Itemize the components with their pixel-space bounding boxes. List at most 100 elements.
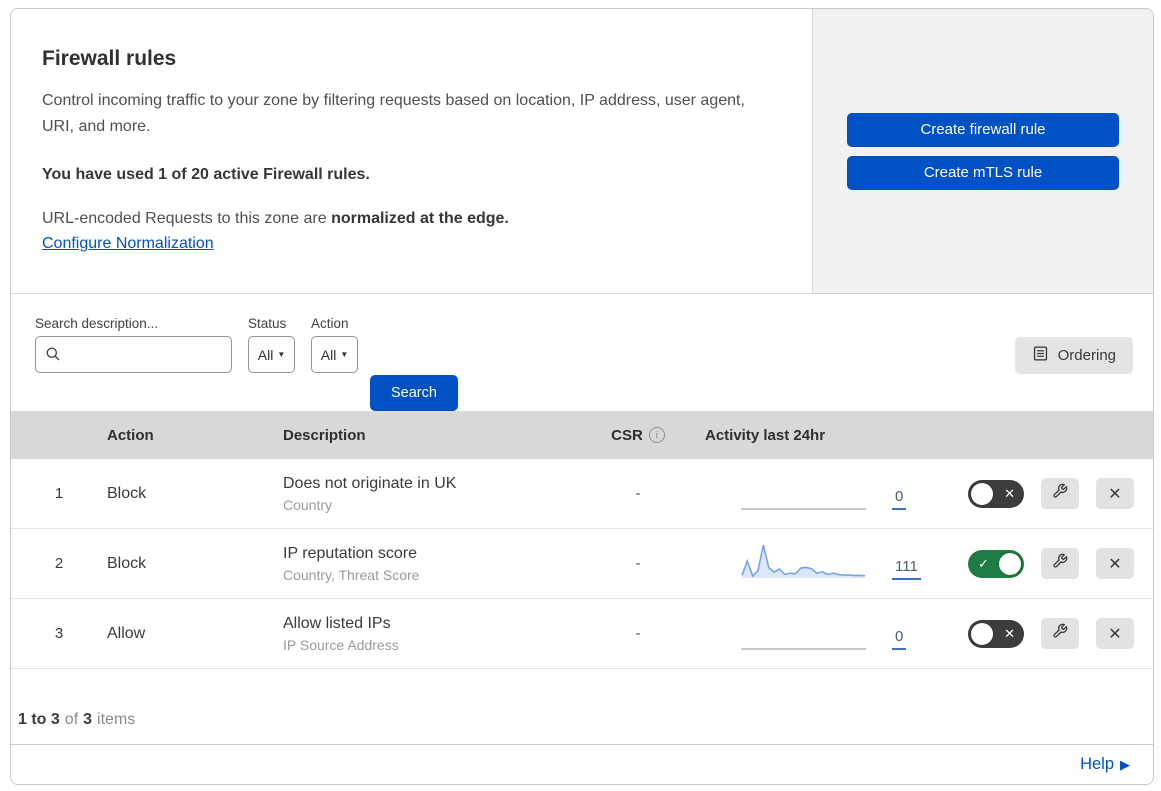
wrench-icon [1052,553,1068,574]
help-bar: Help ▶ [11,744,1153,784]
edit-rule-button[interactable] [1041,548,1079,579]
rule-controls: ✕ ✕ [931,618,1153,649]
list-document-icon [1032,345,1049,366]
column-csr: CSR i [583,427,693,444]
column-description: Description [283,426,366,444]
header-section: Firewall rules Control incoming traffic … [11,9,1153,294]
rule-description: Does not originate in UK [283,474,457,492]
chevron-down-icon: ▼ [340,350,349,359]
rule-csr: - [635,555,641,572]
status-filter-group: Status All ▼ [248,316,295,373]
column-activity: Activity last 24hr [705,426,826,444]
rule-enabled-toggle[interactable]: ✕ [968,619,1024,648]
help-link[interactable]: Help [1080,755,1114,774]
rule-description: Allow listed IPs [283,614,391,632]
header-text-area: Firewall rules Control incoming traffic … [11,9,813,293]
action-value: All [320,346,337,363]
search-icon [45,346,61,362]
chevron-right-icon: ▶ [1120,756,1130,772]
rule-criteria: IP Source Address [283,636,399,653]
rule-description: IP reputation score [283,544,418,562]
delete-rule-button[interactable]: ✕ [1096,478,1134,509]
filter-bar: Search description... Status All ▼ Actio… [11,294,1153,411]
page-description: Control incoming traffic to your zone by… [42,92,745,135]
of-text: of [64,711,79,728]
rule-enabled-toggle[interactable]: ✓ [968,549,1024,578]
toggle-knob [999,552,1021,575]
close-icon: ✕ [1108,555,1122,573]
rule-description-cell: IP reputation score Country, Threat Scor… [283,545,583,583]
normalization-text: URL-encoded Requests to this zone are [42,210,332,227]
activity-sparkline [741,610,866,650]
action-filter-group: Action All ▼ [311,316,358,373]
rule-action: Block [107,484,147,502]
activity-sparkline [741,470,866,510]
wrench-icon [1052,623,1068,644]
toggle-knob [971,622,993,645]
rule-action: Allow [107,624,146,642]
status-value: All [257,346,274,363]
rule-enabled-toggle[interactable]: ✕ [968,479,1024,508]
rule-csr: - [635,625,641,642]
close-icon: ✕ [1108,485,1122,503]
close-icon: ✕ [1108,625,1122,643]
search-box [35,336,232,373]
rule-action: Block [107,554,147,572]
search-label: Search description... [35,316,159,331]
edit-rule-button[interactable] [1041,478,1079,509]
activity-count-link[interactable]: 0 [892,628,907,650]
search-field-group: Search description... [35,316,232,373]
configure-normalization-link[interactable]: Configure Normalization [42,235,214,252]
rule-criteria: Country, Threat Score [283,566,420,583]
column-action: Action [107,426,154,444]
item-total: 3 [83,711,93,728]
activity-count-link[interactable]: 0 [892,488,907,510]
table-header-row: Action Description CSR i Activity last 2… [11,411,1153,459]
rule-controls: ✕ ✕ [931,478,1153,509]
table-row: 2 Block IP reputation score Country, Thr… [11,529,1153,599]
ordering-button-label: Ordering [1057,347,1116,364]
table-row: 3 Allow Allow listed IPs IP Source Addre… [11,599,1153,669]
toggle-state-icon: ✕ [1004,485,1015,501]
activity-sparkline [741,540,866,580]
delete-rule-button[interactable]: ✕ [1096,618,1134,649]
rule-activity-cell: 0 [693,610,931,658]
pagination-summary: 1 to 3 of 3 items [11,669,1153,744]
normalization-note: URL-encoded Requests to this zone are no… [42,210,772,228]
rule-description-cell: Allow listed IPs IP Source Address [283,615,583,653]
status-select[interactable]: All ▼ [248,336,295,373]
ordering-button[interactable]: Ordering [1014,337,1133,374]
actions-panel: Create firewall rule Create mTLS rule [813,9,1153,293]
toggle-state-icon: ✓ [978,555,989,571]
rule-criteria: Country [283,496,333,513]
create-mtls-rule-button[interactable]: Create mTLS rule [847,155,1119,190]
usage-note: You have used 1 of 20 active Firewall ru… [42,166,370,183]
activity-count-link[interactable]: 111 [892,558,921,580]
delete-rule-button[interactable]: ✕ [1096,548,1134,579]
firewall-rules-panel: Firewall rules Control incoming traffic … [10,8,1154,785]
toggle-state-icon: ✕ [1004,625,1015,641]
rule-priority: 3 [54,625,64,642]
page-title: Firewall rules [42,47,177,70]
create-firewall-rule-button[interactable]: Create firewall rule [847,112,1119,147]
items-text: items [97,711,136,728]
table-row: 1 Block Does not originate in UK Country… [11,459,1153,529]
info-icon[interactable]: i [648,427,665,443]
action-label: Action [311,316,349,331]
rule-controls: ✓ ✕ [931,548,1153,579]
edit-rule-button[interactable] [1041,618,1079,649]
status-label: Status [248,316,287,331]
rule-csr: - [635,485,641,502]
wrench-icon [1052,483,1068,504]
chevron-down-icon: ▼ [277,350,286,359]
rule-description-cell: Does not originate in UK Country [283,475,583,513]
rule-priority: 2 [54,555,64,572]
column-csr-label: CSR [611,426,643,444]
toggle-knob [971,482,993,505]
search-input[interactable] [35,336,232,373]
search-button[interactable]: Search [370,375,458,411]
action-select[interactable]: All ▼ [311,336,358,373]
normalization-bold: normalized at the edge. [331,210,509,227]
rule-activity-cell: 0 [693,470,931,518]
rule-activity-cell: 111 [693,540,931,588]
